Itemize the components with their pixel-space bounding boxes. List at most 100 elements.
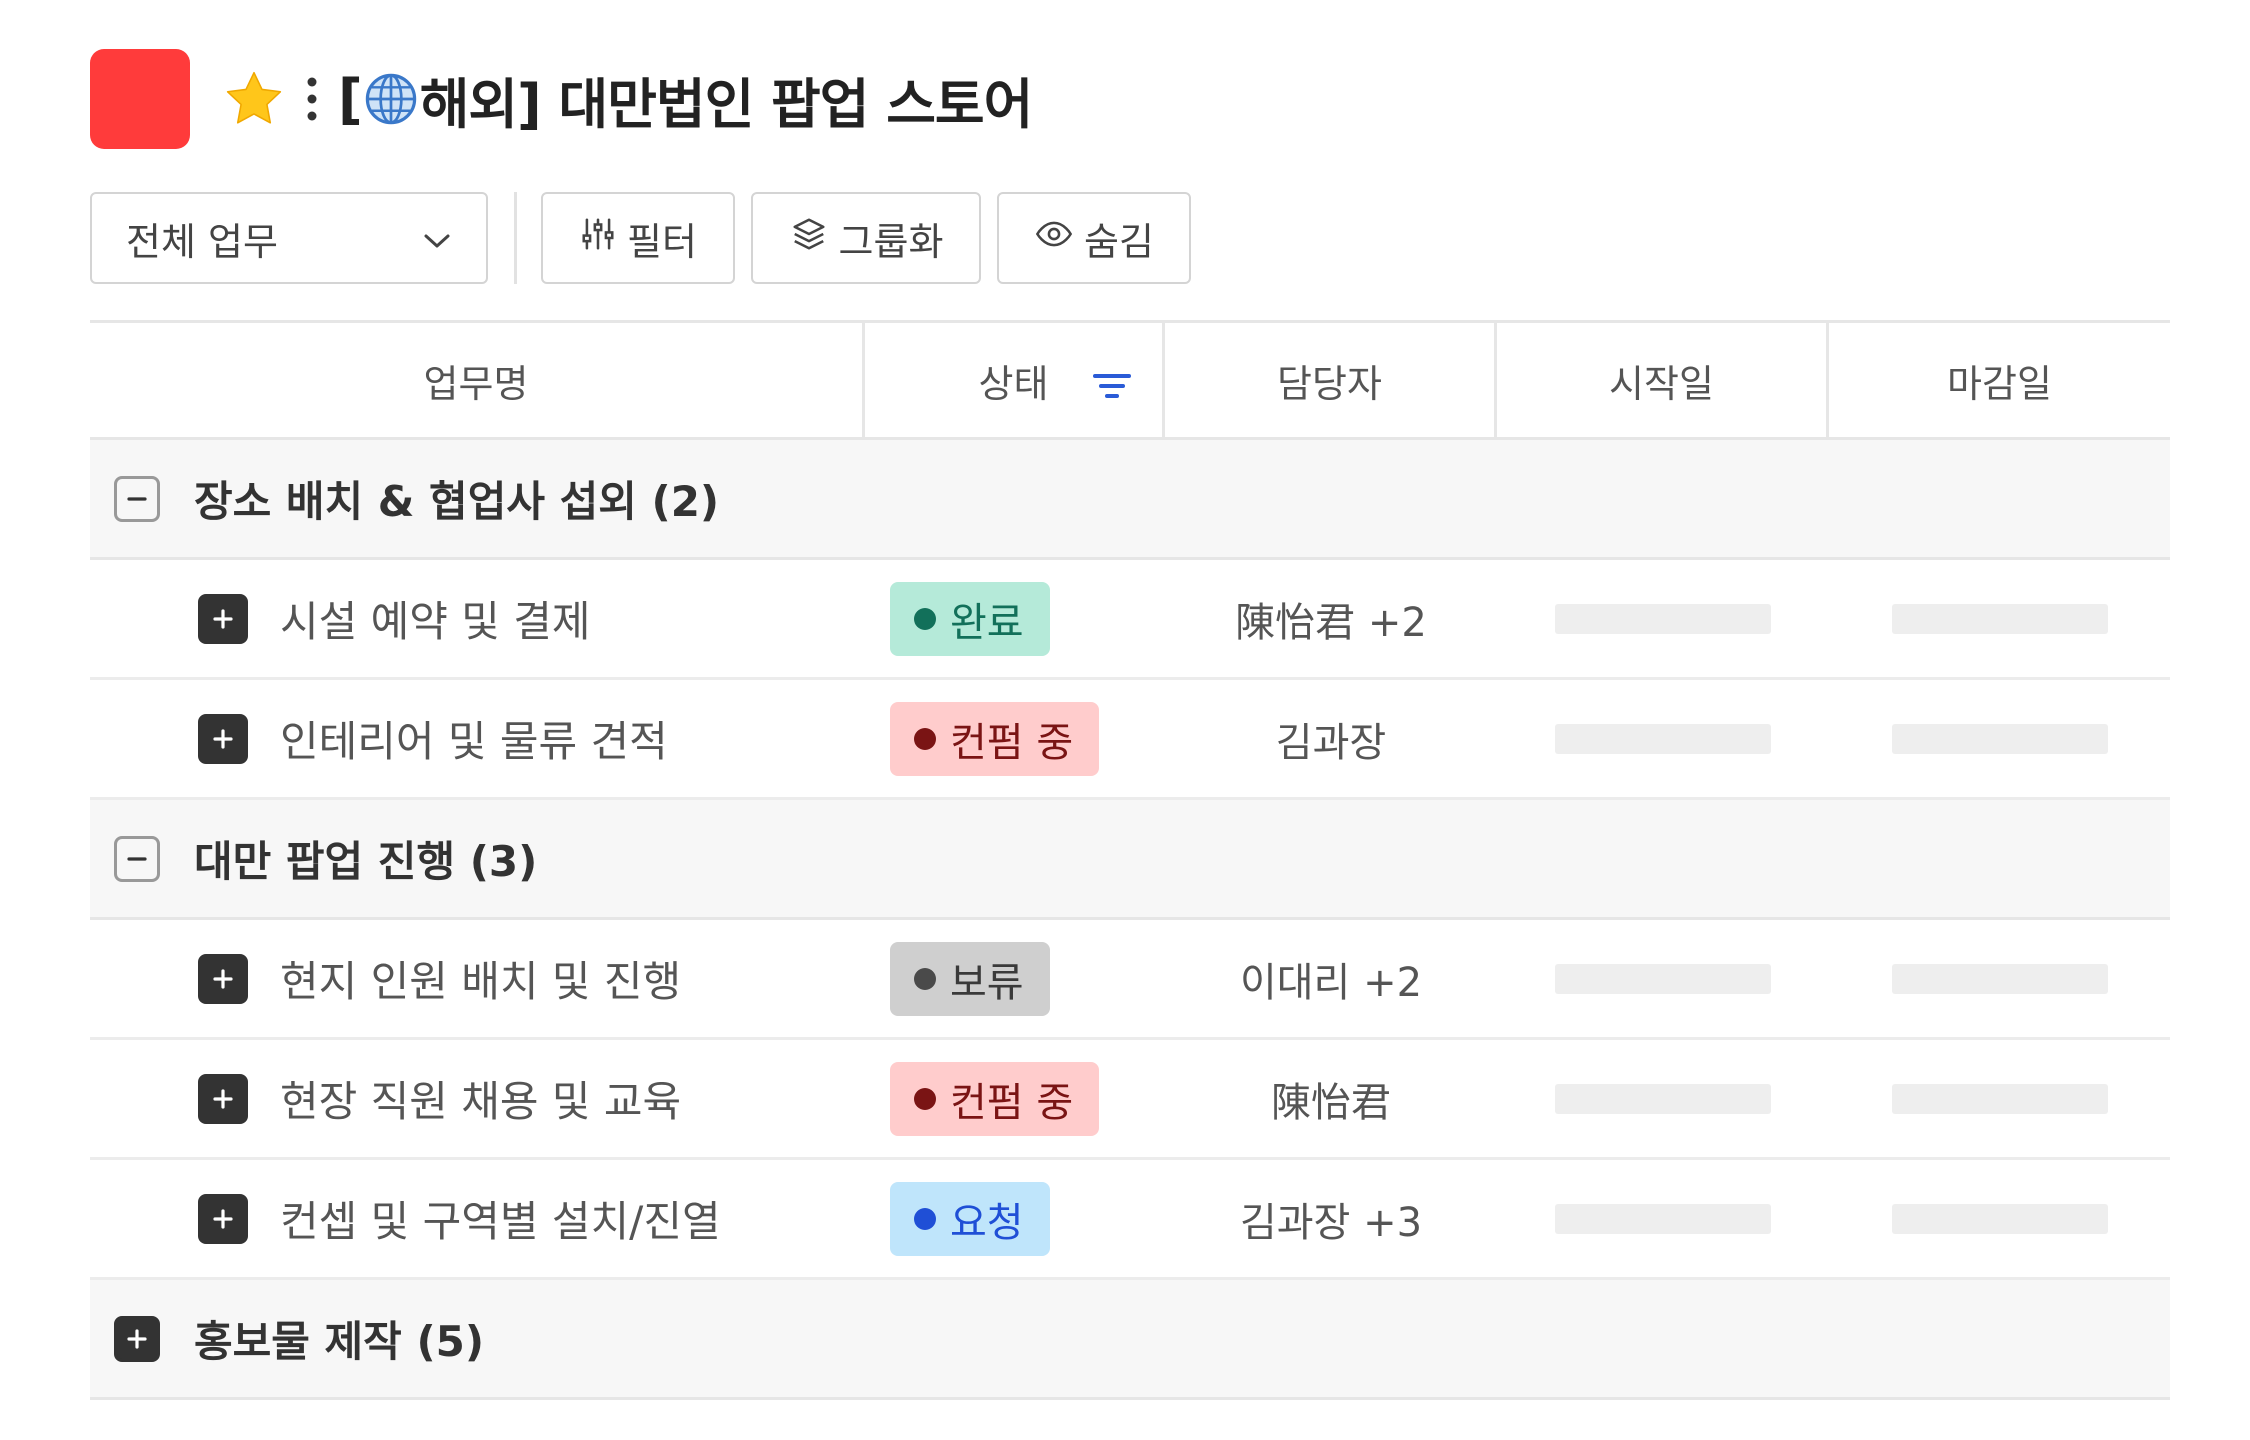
assignee-cell[interactable]: 陳怡君 +2	[1165, 590, 1497, 648]
group-row[interactable]: 대만 팝업 진행 (3)	[90, 800, 2170, 920]
toolbar: 전체 업무 필터 그룹화 숨김	[90, 192, 2170, 284]
empty-date-placeholder	[1891, 1203, 2108, 1234]
layers-icon	[789, 215, 839, 262]
title-row: [ 해외] 대만법인 팝업 스토어	[90, 48, 2170, 150]
task-name[interactable]: 시설 예약 및 결제	[280, 588, 591, 649]
column-header-status[interactable]: 상태	[865, 323, 1165, 437]
filter-button[interactable]: 필터	[541, 192, 735, 284]
status-badge[interactable]: 보류	[890, 941, 1050, 1016]
task-name[interactable]: 현지 인원 배치 및 진행	[280, 948, 681, 1009]
column-header-label: 업무명	[423, 361, 529, 406]
status-badge[interactable]: 완료	[890, 581, 1050, 656]
collapse-group-icon[interactable]	[114, 835, 160, 882]
status-dot-icon	[914, 607, 936, 630]
empty-date-placeholder	[1891, 723, 2108, 754]
column-header-label: 시작일	[1609, 361, 1714, 406]
task-row[interactable]: 인테리어 및 물류 견적 컨펌 중 김과장	[90, 680, 2170, 800]
hide-button[interactable]: 숨김	[997, 192, 1191, 284]
table-header: 업무명 상태 담당자 시작일 마감일	[90, 320, 2170, 440]
chevron-down-icon	[422, 216, 452, 260]
add-subtask-icon[interactable]	[198, 1193, 248, 1244]
empty-date-placeholder	[1891, 1083, 2108, 1114]
status-label: 요청	[950, 1199, 1024, 1246]
task-name-cell: 현장 직원 채용 및 교육	[90, 1068, 865, 1129]
column-header-start-date[interactable]: 시작일	[1497, 323, 1829, 437]
empty-date-placeholder	[1555, 963, 1771, 994]
assignee-cell[interactable]: 김과장 +3	[1165, 1190, 1497, 1248]
view-select-value: 전체 업무	[126, 219, 278, 264]
status-cell: 컨펌 중	[865, 701, 1165, 776]
status-dot-icon	[914, 1087, 936, 1110]
empty-date-placeholder	[1555, 723, 1771, 754]
status-dot-icon	[914, 727, 936, 750]
status-label: 컨펌 중	[950, 1079, 1074, 1126]
add-subtask-icon[interactable]	[198, 713, 248, 764]
due-date-cell[interactable]	[1829, 603, 2170, 634]
view-select[interactable]: 전체 업무	[90, 192, 488, 284]
column-header-task[interactable]: 업무명	[90, 323, 865, 437]
group-label: 대만 팝업 진행 (3)	[194, 837, 538, 886]
star-icon[interactable]	[222, 67, 286, 131]
group-label: 그룹화	[838, 219, 944, 264]
globe-icon	[364, 72, 418, 126]
page-icon[interactable]	[90, 49, 190, 149]
column-header-label: 상태	[978, 361, 1049, 406]
group-row[interactable]: 장소 배치 & 협업사 섭외 (2)	[90, 440, 2170, 560]
status-label: 완료	[950, 599, 1024, 646]
due-date-cell[interactable]	[1829, 723, 2170, 754]
status-cell: 컨펌 중	[865, 1061, 1165, 1136]
status-dot-icon	[914, 967, 936, 990]
status-label: 보류	[950, 959, 1024, 1006]
filter-label: 필터	[627, 219, 697, 264]
task-name-cell: 현지 인원 배치 및 진행	[90, 948, 865, 1009]
empty-date-placeholder	[1555, 1203, 1771, 1234]
status-badge[interactable]: 컨펌 중	[890, 1061, 1100, 1136]
start-date-cell[interactable]	[1497, 963, 1829, 994]
status-cell: 요청	[865, 1181, 1165, 1256]
status-badge[interactable]: 요청	[890, 1181, 1050, 1256]
start-date-cell[interactable]	[1497, 723, 1829, 754]
column-header-label: 담당자	[1277, 361, 1382, 406]
task-name-cell: 시설 예약 및 결제	[90, 588, 865, 649]
task-row[interactable]: 현장 직원 채용 및 교육 컨펌 중 陳怡君	[90, 1040, 2170, 1160]
task-table: 업무명 상태 담당자 시작일 마감일 장소 배치 & 협업사 섭외 (2) 시설 …	[90, 320, 2170, 1400]
expand-group-icon[interactable]	[114, 1315, 160, 1362]
status-cell: 완료	[865, 581, 1165, 656]
due-date-cell[interactable]	[1829, 1203, 2170, 1234]
task-row[interactable]: 컨셉 및 구역별 설치/진열 요청 김과장 +3	[90, 1160, 2170, 1280]
empty-date-placeholder	[1555, 603, 1771, 634]
group-label: 장소 배치 & 협업사 섭외 (2)	[194, 477, 720, 526]
task-name[interactable]: 현장 직원 채용 및 교육	[280, 1068, 681, 1129]
more-options-icon[interactable]	[292, 69, 332, 129]
filter-sort-icon[interactable]	[1092, 367, 1132, 411]
task-row[interactable]: 현지 인원 배치 및 진행 보류 이대리 +2	[90, 920, 2170, 1040]
start-date-cell[interactable]	[1497, 603, 1829, 634]
column-header-assignee[interactable]: 담당자	[1165, 323, 1497, 437]
task-row[interactable]: 시설 예약 및 결제 완료 陳怡君 +2	[90, 560, 2170, 680]
table-body: 장소 배치 & 협업사 섭외 (2) 시설 예약 및 결제 완료 陳怡君 +2 인테리어…	[90, 440, 2170, 1400]
group-button[interactable]: 그룹화	[751, 192, 981, 284]
add-subtask-icon[interactable]	[198, 1073, 248, 1124]
due-date-cell[interactable]	[1829, 963, 2170, 994]
assignee-cell[interactable]: 이대리 +2	[1165, 950, 1497, 1008]
collapse-group-icon[interactable]	[114, 475, 160, 522]
due-date-cell[interactable]	[1829, 1083, 2170, 1114]
title-text: 해외] 대만법인 팝업 스토어	[419, 72, 1034, 136]
start-date-cell[interactable]	[1497, 1203, 1829, 1234]
hide-label: 숨김	[1084, 219, 1154, 264]
add-subtask-icon[interactable]	[198, 593, 248, 644]
task-name[interactable]: 인테리어 및 물류 견적	[280, 708, 668, 769]
group-row[interactable]: 홍보물 제작 (5)	[90, 1280, 2170, 1400]
add-subtask-icon[interactable]	[198, 953, 248, 1004]
column-header-due-date[interactable]: 마감일	[1829, 323, 2170, 437]
assignee-cell[interactable]: 陳怡君	[1165, 1070, 1497, 1128]
status-cell: 보류	[865, 941, 1165, 1016]
task-name[interactable]: 컨셉 및 구역별 설치/진열	[280, 1188, 721, 1249]
status-dot-icon	[914, 1207, 936, 1230]
title-bracket: [	[338, 67, 363, 131]
empty-date-placeholder	[1555, 1083, 1771, 1114]
status-badge[interactable]: 컨펌 중	[890, 701, 1100, 776]
start-date-cell[interactable]	[1497, 1083, 1829, 1114]
empty-date-placeholder	[1891, 603, 2108, 634]
assignee-cell[interactable]: 김과장	[1165, 710, 1497, 768]
